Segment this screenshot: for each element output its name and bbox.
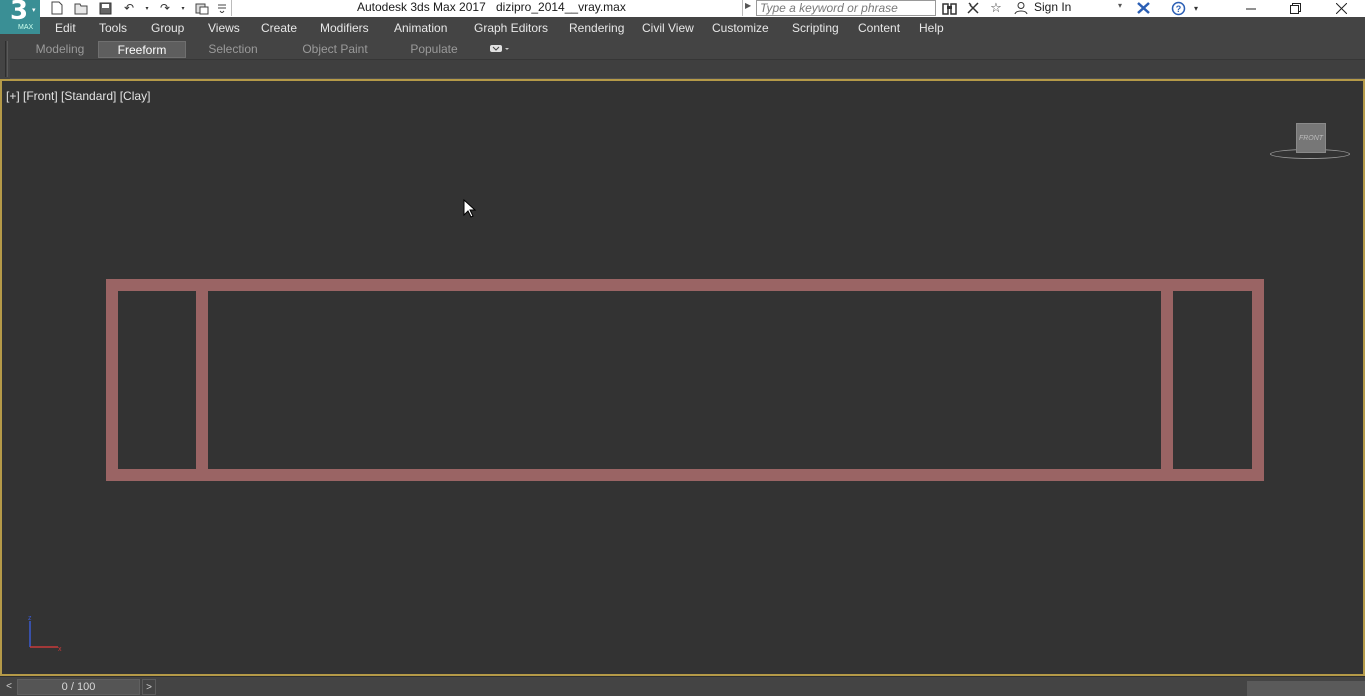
sign-in-link[interactable]: Sign In — [1034, 0, 1071, 14]
ribbon-panel — [10, 59, 1365, 79]
file-name: dizipro_2014__vray.max — [496, 0, 626, 14]
menu-scripting[interactable]: Scripting — [792, 21, 839, 35]
chevron-down-icon[interactable]: ▾ — [1118, 1, 1122, 10]
viewport-label[interactable]: [+] [Front] [Standard] [Clay] — [6, 89, 150, 103]
new-file-icon[interactable] — [48, 0, 66, 16]
communication-center-icon[interactable] — [963, 0, 983, 16]
redo-icon[interactable]: ↷ — [156, 0, 174, 16]
title-box: Autodesk 3ds Max 2017 dizipro_2014__vray… — [231, 0, 743, 16]
timeline: < 0 / 100 > — [0, 676, 1365, 696]
menu-tools[interactable]: Tools — [99, 21, 127, 35]
help-icon[interactable]: ? — [1168, 0, 1188, 16]
open-file-icon[interactable] — [72, 0, 90, 16]
app-logo-subtext: MAX — [18, 24, 34, 31]
svg-text:?: ? — [1175, 4, 1181, 14]
application-menu-button[interactable]: 3 MAX ▾ — [0, 0, 40, 34]
svg-text:z: z — [28, 615, 32, 622]
app-title: Autodesk 3ds Max 2017 — [357, 0, 486, 14]
minimize-icon[interactable] — [1228, 0, 1273, 17]
axis-tripod-icon: z x — [28, 615, 62, 653]
tab-populate[interactable]: Populate — [398, 41, 470, 58]
binoculars-icon[interactable] — [939, 0, 959, 16]
app-logo-icon: 3 — [10, 0, 29, 26]
menu-modifiers[interactable]: Modifiers — [320, 21, 369, 35]
redo-caret-icon[interactable]: ▾ — [174, 0, 192, 16]
help-caret-icon[interactable]: ▾ — [1186, 0, 1206, 16]
viewcube-face-front[interactable]: FRONT — [1296, 123, 1326, 153]
tab-modeling[interactable]: Modeling — [26, 41, 94, 58]
ribbon-tabs: Modeling Freeform Selection Object Paint… — [0, 39, 1365, 77]
undo-icon[interactable]: ↶ — [120, 0, 138, 16]
menu-content[interactable]: Content — [858, 21, 900, 35]
time-slider[interactable]: 0 / 100 — [17, 679, 140, 695]
mouse-cursor-icon — [463, 199, 477, 218]
menu-edit[interactable]: Edit — [55, 21, 76, 35]
save-icon[interactable] — [96, 0, 114, 16]
favorites-star-icon[interactable]: ☆ — [986, 0, 1006, 16]
customize-caret-icon[interactable] — [213, 0, 231, 16]
project-folder-icon[interactable] — [193, 0, 211, 16]
search-expand-icon[interactable]: ▶ — [745, 1, 751, 10]
ribbon-grip[interactable] — [5, 41, 8, 77]
search-input[interactable] — [756, 0, 936, 16]
tab-selection[interactable]: Selection — [196, 41, 270, 58]
svg-text:x: x — [58, 646, 62, 653]
track-bar[interactable] — [1247, 681, 1365, 696]
menu-views[interactable]: Views — [208, 21, 240, 35]
title-bar: 3 MAX ▾ ↶ ▾ ↷ ▾ Autodesk 3ds Max 2017 di… — [0, 0, 1365, 34]
tab-object-paint[interactable]: Object Paint — [290, 41, 380, 58]
viewcube[interactable]: FRONT — [1268, 121, 1352, 163]
viewport-front[interactable]: [+] [Front] [Standard] [Clay] FRONT z x — [0, 79, 1365, 676]
menu-create[interactable]: Create — [261, 21, 297, 35]
menu-group[interactable]: Group — [151, 21, 184, 35]
menu-help[interactable]: Help — [919, 21, 944, 35]
menu-customize[interactable]: Customize — [712, 21, 769, 35]
menu-graph-editors[interactable]: Graph Editors — [474, 21, 548, 35]
scene-frame-object[interactable] — [104, 277, 1264, 483]
user-icon[interactable] — [1011, 0, 1031, 16]
close-icon[interactable] — [1319, 0, 1364, 17]
menu-bar: Edit Tools Group Views Create Modifiers … — [40, 17, 1365, 39]
time-slider-prev-button[interactable]: < — [2, 680, 16, 694]
menu-civil-view[interactable]: Civil View — [642, 21, 694, 35]
ribbon-options-icon[interactable] — [489, 43, 515, 57]
tab-freeform[interactable]: Freeform — [98, 41, 186, 58]
exchange-apps-icon[interactable] — [1133, 0, 1153, 16]
chevron-down-icon: ▾ — [32, 7, 36, 14]
menu-rendering[interactable]: Rendering — [569, 21, 624, 35]
restore-icon[interactable] — [1273, 0, 1318, 17]
undo-caret-icon[interactable]: ▾ — [138, 0, 156, 16]
time-slider-next-button[interactable]: > — [142, 679, 156, 695]
menu-animation[interactable]: Animation — [394, 21, 447, 35]
